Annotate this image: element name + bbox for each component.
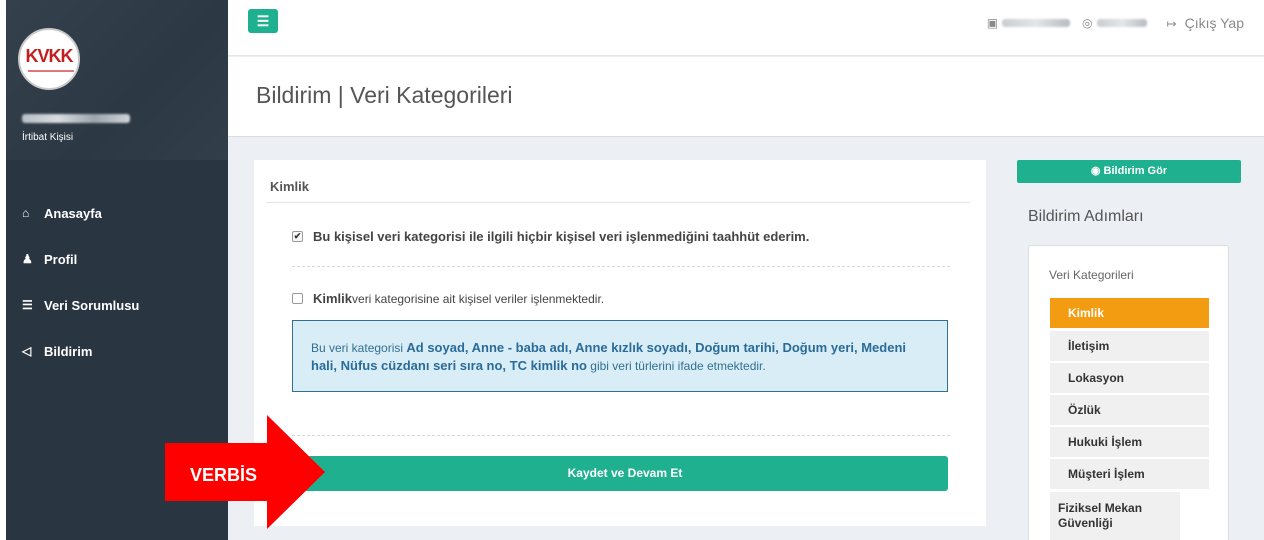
process-label-bold: Kimlik <box>313 291 353 306</box>
kvkk-logo: KVKK <box>18 28 80 90</box>
calendar-icon: ▣ <box>986 16 999 30</box>
panel-title: Kimlik <box>270 179 310 194</box>
bullhorn-icon: ◁ <box>22 344 32 358</box>
commit-label: Bu kişisel veri kategorisi ile ilgili hi… <box>313 229 810 244</box>
step-lokasyon[interactable]: Lokasyon <box>1050 363 1209 393</box>
commit-row: ✔ Bu kişisel veri kategorisi ile ilgili … <box>292 229 809 244</box>
commit-checkbox[interactable]: ✔ <box>292 231 303 242</box>
divider <box>266 202 970 203</box>
sidebar-item-label: Anasayfa <box>44 205 102 221</box>
home-icon: ⌂ <box>22 206 30 220</box>
page-header: Bildirim | Veri Kategorileri <box>228 57 1264 137</box>
user-role: İrtibat Kişisi <box>22 132 74 143</box>
steps-subtitle: Veri Kategorileri <box>1049 268 1134 282</box>
clock-icon: ◎ <box>1082 16 1093 30</box>
step-iletisim[interactable]: İletişim <box>1050 331 1209 361</box>
view-notification-button[interactable]: ◉ Bildirim Gör <box>1017 160 1241 183</box>
time-redacted <box>1096 19 1147 27</box>
category-panel: Kimlik ✔ Bu kişisel veri kategorisi ile … <box>254 160 986 526</box>
sidebar-item-bildirim[interactable]: ◁ Bildirim <box>6 328 228 374</box>
sidebar-item-anasayfa[interactable]: ⌂ Anasayfa <box>6 190 228 236</box>
process-row: Kimlik veri kategorisine ait kişisel ver… <box>292 291 604 306</box>
menu-toggle-button[interactable]: ☰ <box>248 9 278 33</box>
sidebar-item-veri-sorumlusu[interactable]: ☰ Veri Sorumlusu <box>6 282 228 328</box>
step-musteri-islem[interactable]: Müşteri İşlem <box>1050 459 1209 489</box>
arrow-label: VERBİS <box>190 465 258 485</box>
process-label: veri kategorisine ait kişisel veriler iş… <box>352 291 605 306</box>
sidebar-nav: ⌂ Anasayfa ♟ Profil ☰ Veri Sorumlusu ◁ B… <box>6 190 228 374</box>
user-name-redacted <box>22 114 130 123</box>
top-bar: ☰ ▣ ◎ ↦ Çıkış Yap <box>228 0 1264 56</box>
user-icon: ♟ <box>22 252 33 266</box>
step-hukuki-islem[interactable]: Hukuki İşlem <box>1050 427 1209 457</box>
database-icon: ☰ <box>22 298 33 312</box>
hamburger-icon: ☰ <box>256 13 270 29</box>
divider <box>292 266 950 267</box>
sidebar-item-label: Profil <box>44 251 78 267</box>
divider <box>292 435 950 436</box>
sidebar-item-label: Veri Sorumlusu <box>44 297 140 313</box>
save-continue-button[interactable]: Kaydet ve Devam Et <box>302 456 948 491</box>
step-fiziksel-mekan[interactable]: Fiziksel Mekan Güvenliği <box>1050 492 1180 540</box>
info-suffix: gibi veri türlerini ifade etmektedir. <box>586 359 766 373</box>
sidebar-item-profil[interactable]: ♟ Profil <box>6 236 228 282</box>
step-kimlik[interactable]: Kimlik <box>1050 298 1209 328</box>
eye-icon: ◉ <box>1090 165 1101 177</box>
sign-out-icon: ↦ <box>1166 17 1177 31</box>
process-checkbox[interactable] <box>292 293 303 304</box>
step-ozluk[interactable]: Özlük <box>1050 395 1209 425</box>
info-box: Bu veri kategorisi Ad soyad, Anne - baba… <box>292 320 948 392</box>
sidebar-profile: KVKK İrtibat Kişisi <box>6 0 228 160</box>
sidebar-item-label: Bildirim <box>44 343 93 359</box>
page-title: Bildirim | Veri Kategorileri <box>256 82 513 108</box>
info-prefix: Bu veri kategorisi <box>311 341 407 355</box>
steps-box: Veri Kategorileri Kimlik İletişim Lokasy… <box>1028 245 1229 540</box>
logout-link[interactable]: ↦ Çıkış Yap <box>1167 15 1244 31</box>
steps-title: Bildirim Adımları <box>1028 208 1144 225</box>
date-redacted <box>1002 19 1071 27</box>
top-bar-right: ▣ ◎ ↦ Çıkış Yap <box>987 15 1244 31</box>
